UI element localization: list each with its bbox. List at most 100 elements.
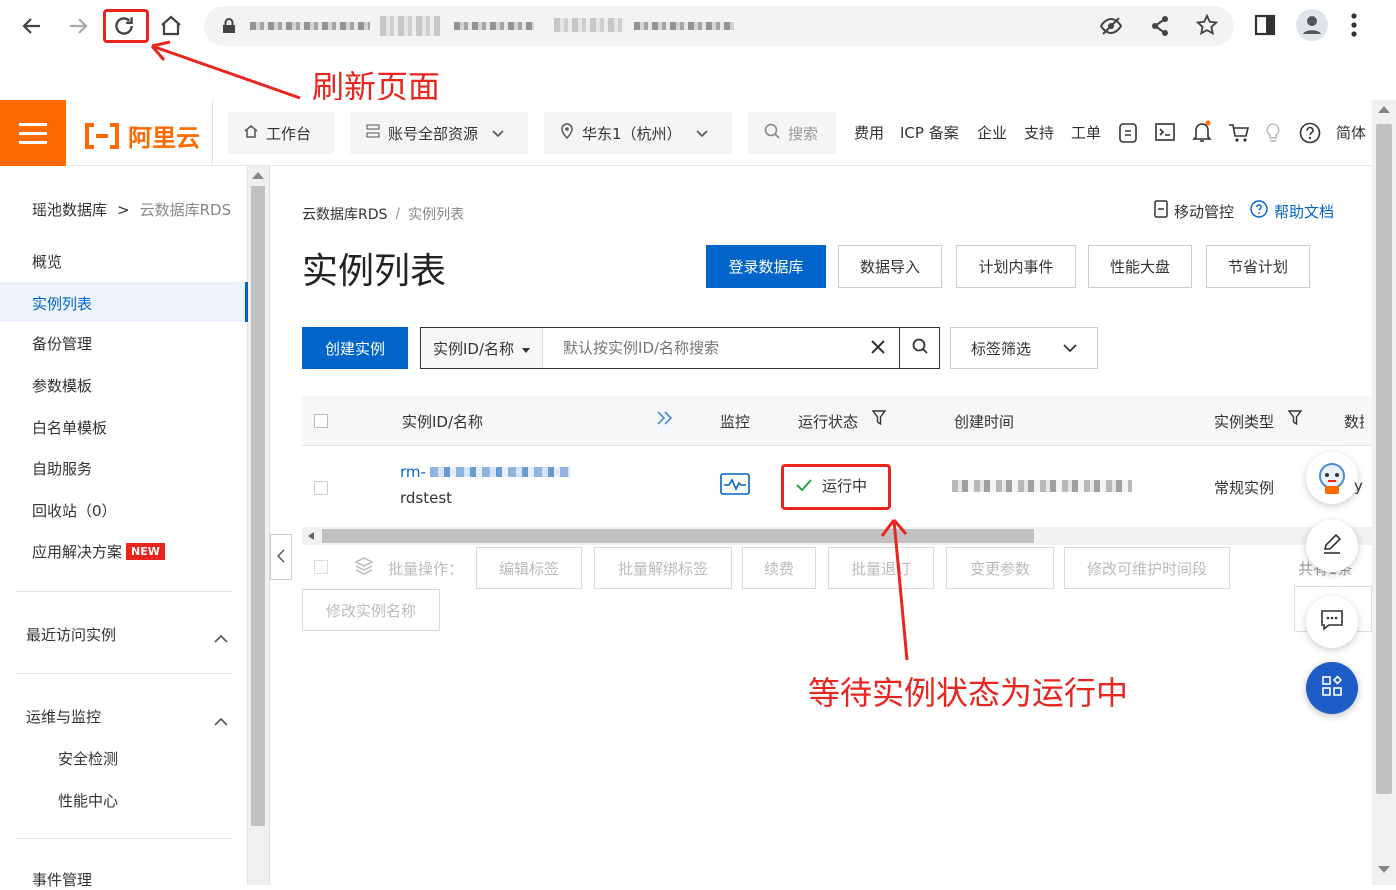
create-instance-button[interactable]: 创建实例 <box>302 327 408 369</box>
data-import-button[interactable]: 数据导入 <box>838 245 942 288</box>
sidebar-item-whitelist-templates[interactable]: 白名单模板 <box>32 417 107 438</box>
sidebar-item-recycle-bin[interactable]: 回收站（0） <box>32 500 117 521</box>
new-badge: NEW <box>126 543 165 560</box>
breadcrumb-parent[interactable]: 瑶池数据库 <box>32 199 107 220</box>
bell-icon[interactable] <box>1192 120 1212 148</box>
cart-icon[interactable] <box>1228 123 1250 147</box>
search-field-select[interactable]: 实例ID/名称 <box>421 328 544 368</box>
eye-off-icon[interactable] <box>1099 16 1123 40</box>
col-created-time: 创建时间 <box>954 413 1015 431</box>
planned-events-button[interactable]: 计划内事件 <box>956 245 1076 288</box>
sidebar-scrollbar[interactable] <box>248 166 270 885</box>
console-topbar: 阿里云 工作台 账号全部资源 华东1（杭州） 搜索 费用 ICP 备案 企业 支… <box>0 100 1372 166</box>
tag-filter-dropdown[interactable]: 标签筛选 <box>950 327 1098 369</box>
obscured-instance-id <box>429 467 570 477</box>
renew-button[interactable]: 续费 <box>742 547 816 589</box>
annotation-status-text: 等待实例状态为运行中 <box>808 674 1129 712</box>
caret-down-icon <box>522 339 531 357</box>
region-dropdown[interactable]: 华东1（杭州） <box>544 112 732 154</box>
sidebar-item-backup[interactable]: 备份管理 <box>32 333 92 354</box>
more-menu-icon[interactable] <box>1350 12 1358 42</box>
rename-instance-button[interactable]: 修改实例名称 <box>302 589 440 631</box>
batch-select-checkbox[interactable] <box>314 560 328 574</box>
filter-icon[interactable] <box>1287 410 1303 430</box>
link-billing[interactable]: 费用 <box>854 122 884 143</box>
help-icon[interactable] <box>1299 122 1321 148</box>
language-switch[interactable]: 简体 <box>1336 122 1366 143</box>
apps-button[interactable] <box>1306 662 1358 714</box>
chevron-up-icon[interactable] <box>214 711 228 730</box>
workbench-button[interactable]: 工作台 <box>228 112 334 154</box>
sidebar-item-instances[interactable]: 实例列表 <box>32 293 92 314</box>
batch-operations-label: 批量操作： <box>388 560 464 578</box>
link-enterprise[interactable]: 企业 <box>977 122 1007 143</box>
change-params-button[interactable]: 变更参数 <box>946 547 1054 589</box>
batch-unbind-tags-button[interactable]: 批量解绑标签 <box>594 547 732 589</box>
sidebar-item-overview[interactable]: 概览 <box>32 251 62 272</box>
collapse-sidebar-handle[interactable] <box>270 534 292 580</box>
section-event-management[interactable]: 事件管理 <box>32 869 92 890</box>
sidebar-item-solutions[interactable]: 应用解决方案 NEW <box>32 541 165 562</box>
ai-assistant-icon[interactable] <box>1118 122 1138 148</box>
instance-search-input[interactable] <box>543 329 857 367</box>
feedback-edit-button[interactable] <box>1306 520 1358 572</box>
edit-tags-button[interactable]: 编辑标签 <box>476 547 582 589</box>
home-icon <box>244 124 258 142</box>
section-recent-instances[interactable]: 最近访问实例 <box>26 624 116 645</box>
sidebar-item-self-service[interactable]: 自助服务 <box>32 458 92 479</box>
chat-button[interactable] <box>1306 596 1358 648</box>
clear-icon[interactable] <box>857 339 899 358</box>
table-horizontal-scrollbar[interactable] <box>302 527 1372 545</box>
row-checkbox[interactable] <box>314 481 328 495</box>
monitor-chart-icon[interactable] <box>720 473 750 499</box>
address-bar[interactable] <box>204 6 1234 46</box>
chevron-down-icon <box>1063 339 1077 357</box>
sidebar-item-performance-center[interactable]: 性能中心 <box>58 790 118 811</box>
location-icon <box>560 123 574 143</box>
search-button[interactable] <box>899 328 939 368</box>
terminal-icon[interactable] <box>1155 123 1175 145</box>
performance-dashboard-button[interactable]: 性能大盘 <box>1088 245 1192 288</box>
lightbulb-icon[interactable] <box>1265 122 1281 148</box>
account-resources-dropdown[interactable]: 账号全部资源 <box>350 112 528 154</box>
profile-avatar[interactable] <box>1296 9 1328 41</box>
menu-icon[interactable] <box>0 100 66 166</box>
question-circle-icon <box>1250 200 1268 222</box>
table-header-row: 实例ID/名称 监控 运行状态 创建时间 实例类型 数据 <box>302 396 1372 446</box>
link-ticket[interactable]: 工单 <box>1071 122 1101 143</box>
side-panel-icon[interactable] <box>1254 14 1276 40</box>
page-scroll-thumb[interactable] <box>1376 124 1392 794</box>
modify-maintenance-window-button[interactable]: 修改可维护时间段 <box>1064 547 1230 589</box>
apps-grid-icon <box>1321 675 1343 701</box>
share-icon[interactable] <box>1150 15 1170 41</box>
sidebar-item-param-templates[interactable]: 参数模板 <box>32 375 92 396</box>
link-support[interactable]: 支持 <box>1024 122 1054 143</box>
savings-plan-button[interactable]: 节省计划 <box>1206 245 1310 288</box>
login-database-button[interactable]: 登录数据库 <box>706 245 826 288</box>
chevron-up-icon[interactable] <box>214 628 228 647</box>
console-search[interactable]: 搜索 <box>748 112 836 154</box>
col-instance-type: 实例类型 <box>1214 413 1275 431</box>
link-icp[interactable]: ICP 备案 <box>900 122 959 143</box>
star-icon[interactable] <box>1195 13 1219 40</box>
sidebar-item-security-check[interactable]: 安全检测 <box>58 748 118 769</box>
back-icon[interactable] <box>16 10 48 42</box>
page-scrollbar[interactable] <box>1372 100 1396 885</box>
section-ops-monitoring[interactable]: 运维与监控 <box>26 706 101 727</box>
server-icon <box>366 124 380 142</box>
aliyun-logo[interactable]: 阿里云 <box>82 118 200 153</box>
breadcrumb-rds[interactable]: 云数据库RDS <box>302 204 387 224</box>
ai-assistant-avatar[interactable] <box>1306 452 1358 504</box>
instance-id-link[interactable]: rm- <box>400 463 570 481</box>
filter-icon[interactable] <box>871 410 887 430</box>
select-all-checkbox[interactable] <box>314 414 328 428</box>
mobile-control-link[interactable]: 移动管控 <box>1154 200 1234 222</box>
logo-text: 阿里云 <box>128 124 200 152</box>
search-icon <box>764 123 780 143</box>
sidebar-scroll-thumb[interactable] <box>251 186 265 826</box>
expand-columns-icon[interactable] <box>656 410 674 430</box>
help-docs-link[interactable]: 帮助文档 <box>1250 200 1334 222</box>
forward-icon[interactable] <box>62 10 94 42</box>
annotation-arrow-refresh <box>150 40 301 100</box>
table-scroll-thumb[interactable] <box>322 529 1034 543</box>
